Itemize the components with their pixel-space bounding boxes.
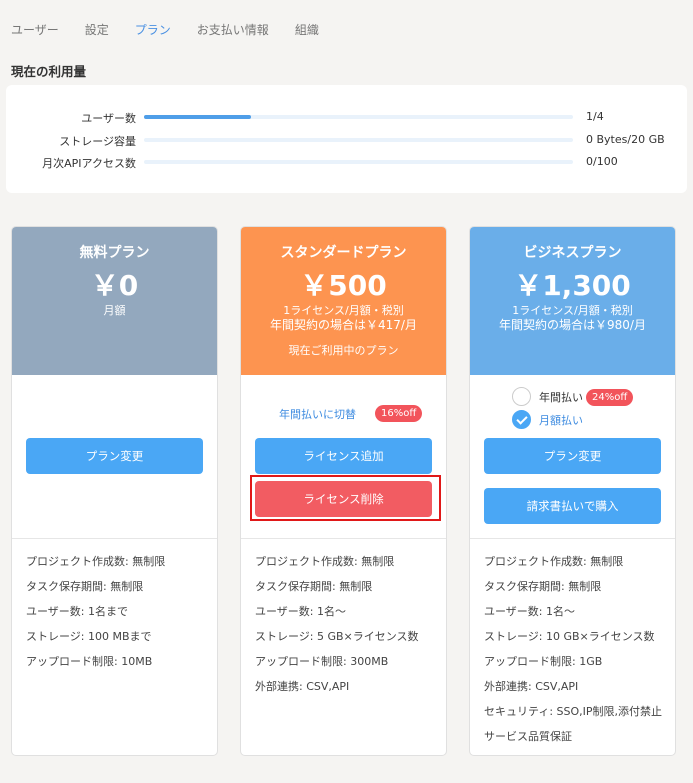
monthly-option[interactable]: 月額払い bbox=[512, 410, 583, 429]
usage-row-users: ユーザー数 1/4 bbox=[6, 107, 687, 127]
plan-billing-note: 月額 bbox=[103, 304, 126, 317]
feature-list: プロジェクト作成数: 無制限 タスク保存期間: 無制限 ユーザー数: 1名～ ス… bbox=[241, 539, 446, 709]
feature-item: サービス品質保証 bbox=[484, 730, 572, 743]
plan-header-business: ビジネスプラン ￥1,300 1ライセンス/月額・税別 年間契約の場合は￥980… bbox=[470, 227, 675, 375]
radio-unchecked-icon[interactable] bbox=[512, 387, 531, 406]
switch-annual-link[interactable]: 年間払いに切替 bbox=[279, 406, 356, 422]
plan-price: ￥1,300 bbox=[514, 269, 631, 302]
plan-name: 無料プラン bbox=[79, 245, 150, 261]
feature-item: ユーザー数: 1名～ bbox=[255, 605, 346, 618]
plan-header-standard: スタンダードプラン ￥500 1ライセンス/月額・税別 年間契約の場合は￥417… bbox=[241, 227, 446, 375]
discount-badge: 16%off bbox=[375, 405, 423, 422]
plan-header-free: 無料プラン ￥0 月額 bbox=[12, 227, 217, 375]
feature-item: アップロード制限: 300MB bbox=[255, 655, 389, 668]
usage-bar bbox=[144, 115, 573, 119]
highlight-box bbox=[250, 475, 441, 521]
tab-users[interactable]: ユーザー bbox=[11, 20, 59, 40]
plan-card-free: 無料プラン ￥0 月額 プラン変更 プロジェクト作成数: 無制限 タスク保存期間… bbox=[11, 226, 218, 756]
add-license-button[interactable]: ライセンス追加 bbox=[255, 438, 432, 474]
tab-organization[interactable]: 組織 bbox=[295, 20, 319, 40]
usage-value: 1/4 bbox=[586, 110, 604, 123]
usage-row-storage: ストレージ容量 0 Bytes/20 GB bbox=[6, 130, 687, 150]
feature-item: タスク保存期間: 無制限 bbox=[484, 580, 602, 593]
feature-item: ストレージ: 100 MBまで bbox=[26, 630, 152, 643]
feature-item: タスク保存期間: 無制限 bbox=[26, 580, 144, 593]
annual-option[interactable]: 年間払い bbox=[512, 387, 583, 406]
feature-item: タスク保存期間: 無制限 bbox=[255, 580, 373, 593]
usage-card: ユーザー数 1/4 ストレージ容量 0 Bytes/20 GB 月次APIアクセ… bbox=[6, 85, 687, 193]
plan-name: スタンダードプラン bbox=[280, 245, 407, 261]
plan-price: ￥0 bbox=[90, 269, 139, 302]
feature-item: ユーザー数: 1名～ bbox=[484, 605, 575, 618]
feature-item: アップロード制限: 10MB bbox=[26, 655, 153, 668]
feature-item: セキュリティ: SSO,IP制限,添付禁止 bbox=[484, 705, 663, 718]
usage-label: 月次APIアクセス数 bbox=[42, 157, 136, 170]
feature-list: プロジェクト作成数: 無制限 タスク保存期間: 無制限 ユーザー数: 1名～ ス… bbox=[470, 539, 675, 755]
tab-plan[interactable]: プラン bbox=[135, 20, 171, 40]
tab-billing[interactable]: お支払い情報 bbox=[197, 20, 269, 40]
usage-fill bbox=[144, 115, 252, 119]
usage-row-api: 月次APIアクセス数 0/100 bbox=[6, 152, 687, 172]
plan-card-business: ビジネスプラン ￥1,300 1ライセンス/月額・税別 年間契約の場合は￥980… bbox=[469, 226, 676, 756]
feature-list: プロジェクト作成数: 無制限 タスク保存期間: 無制限 ユーザー数: 1名まで … bbox=[12, 539, 217, 684]
tab-settings[interactable]: 設定 bbox=[85, 20, 109, 40]
radio-checked-icon[interactable] bbox=[512, 410, 531, 429]
feature-item: ユーザー数: 1名まで bbox=[26, 605, 128, 618]
usage-bar bbox=[144, 138, 573, 142]
tab-bar: ユーザー 設定 プラン お支払い情報 組織 bbox=[11, 20, 345, 40]
usage-value: 0/100 bbox=[586, 155, 618, 168]
section-title: 現在の利用量 bbox=[11, 64, 87, 79]
plan-billing-note: 1ライセンス/月額・税別 bbox=[512, 304, 633, 317]
usage-label: ユーザー数 bbox=[81, 112, 136, 125]
plan-annual-note: 年間契約の場合は￥980/月 bbox=[499, 318, 646, 332]
current-plan-label: 現在ご利用中のプラン bbox=[288, 344, 399, 357]
plan-actions: プラン変更 bbox=[12, 375, 217, 539]
feature-item: 外部連携: CSV,API bbox=[255, 680, 350, 693]
feature-item: ストレージ: 10 GB×ライセンス数 bbox=[484, 630, 655, 643]
annual-label: 年間払い bbox=[539, 390, 583, 404]
invoice-purchase-button[interactable]: 請求書払いで購入 bbox=[484, 488, 661, 524]
feature-item: 外部連携: CSV,API bbox=[484, 680, 579, 693]
feature-item: プロジェクト作成数: 無制限 bbox=[255, 555, 395, 568]
feature-item: ストレージ: 5 GB×ライセンス数 bbox=[255, 630, 419, 643]
discount-badge: 24%off bbox=[586, 389, 634, 406]
change-plan-button[interactable]: プラン変更 bbox=[26, 438, 203, 474]
feature-item: アップロード制限: 1GB bbox=[484, 655, 603, 668]
plan-price: ￥500 bbox=[300, 269, 387, 302]
plan-billing-note: 1ライセンス/月額・税別 bbox=[283, 304, 404, 317]
plan-annual-note: 年間契約の場合は￥417/月 bbox=[270, 318, 417, 332]
plan-actions: 年間払い 24%off 月額払い プラン変更 請求書払いで購入 bbox=[470, 375, 675, 539]
monthly-label: 月額払い bbox=[539, 413, 583, 427]
feature-item: プロジェクト作成数: 無制限 bbox=[484, 555, 624, 568]
usage-label: ストレージ容量 bbox=[59, 135, 136, 148]
usage-bar bbox=[144, 160, 573, 164]
change-plan-button[interactable]: プラン変更 bbox=[484, 438, 661, 474]
plan-name: ビジネスプラン bbox=[523, 245, 622, 261]
feature-item: プロジェクト作成数: 無制限 bbox=[26, 555, 166, 568]
usage-value: 0 Bytes/20 GB bbox=[586, 133, 665, 146]
